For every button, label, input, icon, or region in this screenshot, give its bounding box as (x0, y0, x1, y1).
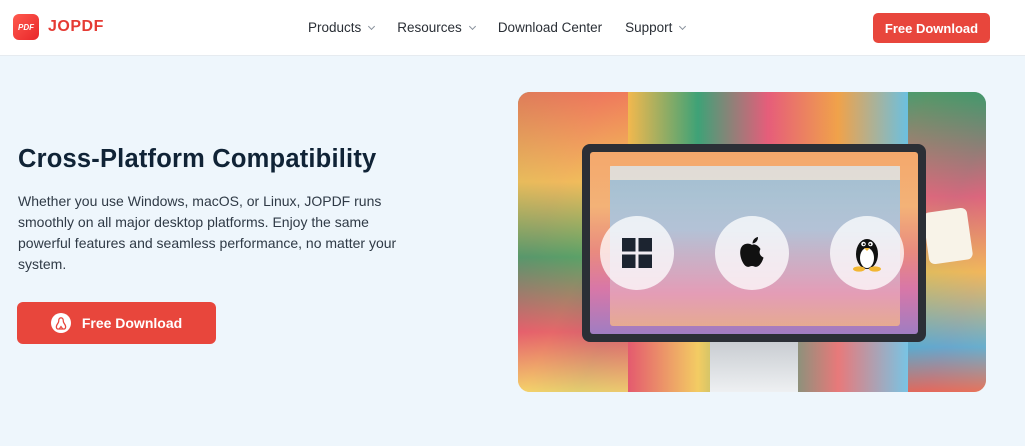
chevron-down-icon (468, 22, 476, 30)
linux-icon (830, 216, 904, 290)
chevron-down-icon (679, 22, 687, 30)
apple-icon (715, 216, 789, 290)
nav-item-resources[interactable]: Resources (397, 20, 476, 35)
chevron-down-icon (368, 22, 376, 30)
brand-logo[interactable]: PDF JOPDF (13, 14, 104, 40)
nav-item-label: Products (308, 20, 362, 35)
linux-icon (50, 313, 71, 333)
nav-item-products[interactable]: Products (308, 20, 376, 35)
page-title: Cross-Platform Compatibility (18, 145, 377, 173)
nav-item-label: Support (625, 20, 673, 35)
screen-app-titlebar (610, 166, 900, 180)
monitor-stand (710, 342, 798, 392)
brand-name: JOPDF (48, 18, 104, 35)
main-nav: Products Resources Download Center Suppo… (308, 20, 708, 35)
hero-button-label: Free Download (81, 315, 183, 331)
platform-illustration (518, 92, 986, 392)
nav-item-support[interactable]: Support (625, 20, 687, 35)
collage-sign (922, 207, 974, 265)
hero-description: Whether you use Windows, macOS, or Linux… (18, 193, 397, 272)
header-free-download-button[interactable]: Free Download (873, 13, 990, 43)
windows-icon (600, 216, 674, 290)
pdf-logo-icon: PDF (13, 14, 39, 40)
nav-item-download-center[interactable]: Download Center (498, 20, 602, 35)
top-navigation-bar: PDF JOPDF Products Resources Download Ce… (0, 0, 1025, 56)
nav-item-label: Download Center (497, 20, 603, 35)
collage-top-panel (628, 92, 908, 146)
hero-free-download-button[interactable]: Free Download (17, 302, 216, 344)
nav-item-label: Resources (397, 20, 462, 35)
